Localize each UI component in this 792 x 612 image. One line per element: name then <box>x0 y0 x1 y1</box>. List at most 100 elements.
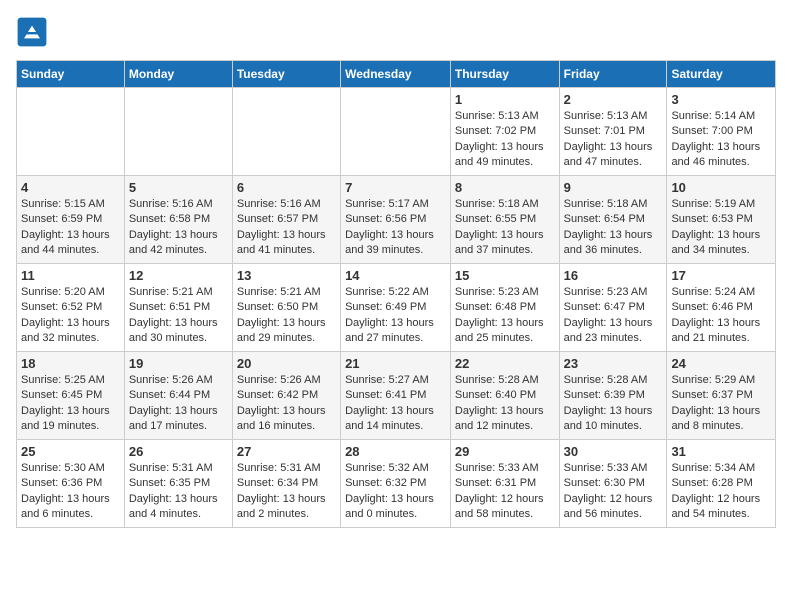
calendar-cell: 7 Sunrise: 5:17 AM Sunset: 6:56 PM Daylig… <box>341 176 451 264</box>
day-number: 16 <box>564 268 663 283</box>
day-info: Sunrise: 5:18 AM Sunset: 6:54 PM Dayligh… <box>564 197 663 259</box>
day-number: 2 <box>564 92 663 107</box>
calendar-cell: 9 Sunrise: 5:18 AM Sunset: 6:54 PM Daylig… <box>559 176 667 264</box>
day-number: 7 <box>345 180 446 195</box>
day-number: 15 <box>455 268 555 283</box>
day-info: Sunrise: 5:13 AM Sunset: 7:01 PM Dayligh… <box>564 109 663 171</box>
day-number: 17 <box>671 268 771 283</box>
day-number: 1 <box>455 92 555 107</box>
calendar-cell <box>17 88 125 176</box>
day-info: Sunrise: 5:23 AM Sunset: 6:47 PM Dayligh… <box>564 285 663 347</box>
header-row: SundayMondayTuesdayWednesdayThursdayFrid… <box>17 61 776 88</box>
day-number: 18 <box>21 356 120 371</box>
calendar-table: SundayMondayTuesdayWednesdayThursdayFrid… <box>16 60 776 528</box>
day-info: Sunrise: 5:31 AM Sunset: 6:34 PM Dayligh… <box>237 461 336 523</box>
day-info: Sunrise: 5:21 AM Sunset: 6:51 PM Dayligh… <box>129 285 228 347</box>
calendar-cell: 5 Sunrise: 5:16 AM Sunset: 6:58 PM Daylig… <box>124 176 232 264</box>
calendar-cell: 8 Sunrise: 5:18 AM Sunset: 6:55 PM Daylig… <box>450 176 559 264</box>
calendar-cell: 14 Sunrise: 5:22 AM Sunset: 6:49 PM Dayli… <box>341 264 451 352</box>
calendar-cell: 3 Sunrise: 5:14 AM Sunset: 7:00 PM Daylig… <box>667 88 776 176</box>
header-saturday: Saturday <box>667 61 776 88</box>
calendar-cell: 19 Sunrise: 5:26 AM Sunset: 6:44 PM Dayli… <box>124 352 232 440</box>
day-info: Sunrise: 5:25 AM Sunset: 6:45 PM Dayligh… <box>21 373 120 435</box>
calendar-cell: 10 Sunrise: 5:19 AM Sunset: 6:53 PM Dayli… <box>667 176 776 264</box>
calendar-cell: 1 Sunrise: 5:13 AM Sunset: 7:02 PM Daylig… <box>450 88 559 176</box>
calendar-cell: 31 Sunrise: 5:34 AM Sunset: 6:28 PM Dayli… <box>667 440 776 528</box>
logo-icon <box>16 16 48 48</box>
day-info: Sunrise: 5:27 AM Sunset: 6:41 PM Dayligh… <box>345 373 446 435</box>
calendar-cell: 27 Sunrise: 5:31 AM Sunset: 6:34 PM Dayli… <box>232 440 340 528</box>
calendar-cell: 6 Sunrise: 5:16 AM Sunset: 6:57 PM Daylig… <box>232 176 340 264</box>
calendar-cell: 21 Sunrise: 5:27 AM Sunset: 6:41 PM Dayli… <box>341 352 451 440</box>
day-number: 31 <box>671 444 771 459</box>
day-info: Sunrise: 5:28 AM Sunset: 6:40 PM Dayligh… <box>455 373 555 435</box>
day-number: 25 <box>21 444 120 459</box>
day-number: 10 <box>671 180 771 195</box>
day-number: 4 <box>21 180 120 195</box>
day-number: 28 <box>345 444 446 459</box>
page-header <box>16 16 776 48</box>
calendar-cell: 24 Sunrise: 5:29 AM Sunset: 6:37 PM Dayli… <box>667 352 776 440</box>
day-number: 3 <box>671 92 771 107</box>
day-number: 12 <box>129 268 228 283</box>
header-tuesday: Tuesday <box>232 61 340 88</box>
day-number: 29 <box>455 444 555 459</box>
day-info: Sunrise: 5:19 AM Sunset: 6:53 PM Dayligh… <box>671 197 771 259</box>
day-info: Sunrise: 5:17 AM Sunset: 6:56 PM Dayligh… <box>345 197 446 259</box>
day-info: Sunrise: 5:23 AM Sunset: 6:48 PM Dayligh… <box>455 285 555 347</box>
header-wednesday: Wednesday <box>341 61 451 88</box>
day-info: Sunrise: 5:16 AM Sunset: 6:58 PM Dayligh… <box>129 197 228 259</box>
day-info: Sunrise: 5:33 AM Sunset: 6:30 PM Dayligh… <box>564 461 663 523</box>
day-number: 11 <box>21 268 120 283</box>
day-info: Sunrise: 5:14 AM Sunset: 7:00 PM Dayligh… <box>671 109 771 171</box>
day-number: 6 <box>237 180 336 195</box>
calendar-cell: 26 Sunrise: 5:31 AM Sunset: 6:35 PM Dayli… <box>124 440 232 528</box>
day-info: Sunrise: 5:26 AM Sunset: 6:44 PM Dayligh… <box>129 373 228 435</box>
day-number: 9 <box>564 180 663 195</box>
calendar-cell: 12 Sunrise: 5:21 AM Sunset: 6:51 PM Dayli… <box>124 264 232 352</box>
calendar-cell: 28Sunrise: 5:32 AM Sunset: 6:32 PM Dayli… <box>341 440 451 528</box>
calendar-cell: 25 Sunrise: 5:30 AM Sunset: 6:36 PM Dayli… <box>17 440 125 528</box>
calendar-cell: 11 Sunrise: 5:20 AM Sunset: 6:52 PM Dayli… <box>17 264 125 352</box>
header-friday: Friday <box>559 61 667 88</box>
day-info: Sunrise: 5:22 AM Sunset: 6:49 PM Dayligh… <box>345 285 446 347</box>
day-number: 30 <box>564 444 663 459</box>
calendar-cell: 4Sunrise: 5:15 AM Sunset: 6:59 PM Daylig… <box>17 176 125 264</box>
day-info: Sunrise: 5:16 AM Sunset: 6:57 PM Dayligh… <box>237 197 336 259</box>
header-sunday: Sunday <box>17 61 125 88</box>
calendar-cell: 29Sunrise: 5:33 AM Sunset: 6:31 PM Dayli… <box>450 440 559 528</box>
day-info: Sunrise: 5:31 AM Sunset: 6:35 PM Dayligh… <box>129 461 228 523</box>
calendar-cell <box>124 88 232 176</box>
day-info: Sunrise: 5:34 AM Sunset: 6:28 PM Dayligh… <box>671 461 771 523</box>
day-info: Sunrise: 5:13 AM Sunset: 7:02 PM Dayligh… <box>455 109 555 171</box>
day-info: Sunrise: 5:20 AM Sunset: 6:52 PM Dayligh… <box>21 285 120 347</box>
day-number: 19 <box>129 356 228 371</box>
calendar-cell: 30 Sunrise: 5:33 AM Sunset: 6:30 PM Dayli… <box>559 440 667 528</box>
day-number: 23 <box>564 356 663 371</box>
day-number: 14 <box>345 268 446 283</box>
day-info: Sunrise: 5:26 AM Sunset: 6:42 PM Dayligh… <box>237 373 336 435</box>
calendar-cell <box>341 88 451 176</box>
day-number: 5 <box>129 180 228 195</box>
calendar-cell: 22Sunrise: 5:28 AM Sunset: 6:40 PM Dayli… <box>450 352 559 440</box>
day-info: Sunrise: 5:29 AM Sunset: 6:37 PM Dayligh… <box>671 373 771 435</box>
day-number: 24 <box>671 356 771 371</box>
logo <box>16 16 52 48</box>
day-info: Sunrise: 5:30 AM Sunset: 6:36 PM Dayligh… <box>21 461 120 523</box>
day-number: 20 <box>237 356 336 371</box>
calendar-cell: 13Sunrise: 5:21 AM Sunset: 6:50 PM Dayli… <box>232 264 340 352</box>
calendar-cell <box>232 88 340 176</box>
calendar-cell: 18 Sunrise: 5:25 AM Sunset: 6:45 PM Dayli… <box>17 352 125 440</box>
week-row-1: 1 Sunrise: 5:13 AM Sunset: 7:02 PM Daylig… <box>17 88 776 176</box>
day-number: 8 <box>455 180 555 195</box>
calendar-cell: 17Sunrise: 5:24 AM Sunset: 6:46 PM Dayli… <box>667 264 776 352</box>
calendar-cell: 20 Sunrise: 5:26 AM Sunset: 6:42 PM Dayli… <box>232 352 340 440</box>
week-row-3: 11 Sunrise: 5:20 AM Sunset: 6:52 PM Dayli… <box>17 264 776 352</box>
day-info: Sunrise: 5:28 AM Sunset: 6:39 PM Dayligh… <box>564 373 663 435</box>
day-number: 21 <box>345 356 446 371</box>
day-number: 26 <box>129 444 228 459</box>
calendar-cell: 2 Sunrise: 5:13 AM Sunset: 7:01 PM Daylig… <box>559 88 667 176</box>
day-number: 27 <box>237 444 336 459</box>
day-info: Sunrise: 5:21 AM Sunset: 6:50 PM Dayligh… <box>237 285 336 347</box>
day-info: Sunrise: 5:18 AM Sunset: 6:55 PM Dayligh… <box>455 197 555 259</box>
